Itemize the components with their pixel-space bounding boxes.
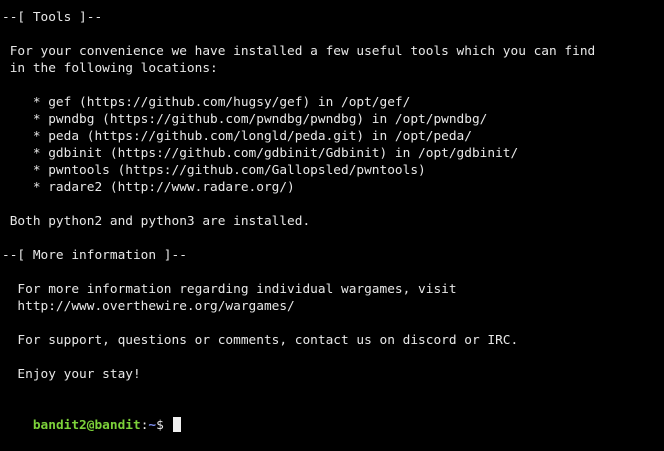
prompt-symbol: $ [156,418,172,433]
tool-item-pwndbg: * pwndbg (https://github.com/pwndbg/pwnd… [2,112,488,127]
wargames-text: For more information regarding individua… [2,282,457,297]
tool-item-peda: * peda (https://github.com/longld/peda.g… [2,129,472,144]
shell-prompt[interactable]: bandit2@bandit:~$ [2,400,181,433]
tool-item-gef: * gef (https://github.com/hugsy/gef) in … [2,95,411,110]
text-cursor[interactable] [172,417,181,432]
support-text: For support, questions or comments, cont… [2,333,519,348]
python-note: Both python2 and python3 are installed. [2,214,311,229]
tool-item-gdbinit: * gdbinit (https://github.com/gdbinit/Gd… [2,146,519,161]
intro-text-line-2: in the following locations: [2,61,218,76]
intro-text-line-1: For your convenience we have installed a… [2,44,596,59]
more-info-heading: --[ More information ]-- [2,248,187,263]
farewell-text: Enjoy your stay! [2,367,141,382]
wargames-url: http://www.overthewire.org/wargames/ [2,299,295,314]
tool-item-radare2: * radare2 (http://www.radare.org/) [2,180,295,195]
prompt-user-host: bandit2@bandit [32,418,141,433]
tool-item-pwntools: * pwntools (https://github.com/Gallopsle… [2,163,426,178]
tools-heading: --[ Tools ]-- [2,10,103,25]
prompt-path: ~ [148,418,157,433]
terminal-window[interactable]: --[ Tools ]-- For your convenience we ha… [0,0,664,433]
